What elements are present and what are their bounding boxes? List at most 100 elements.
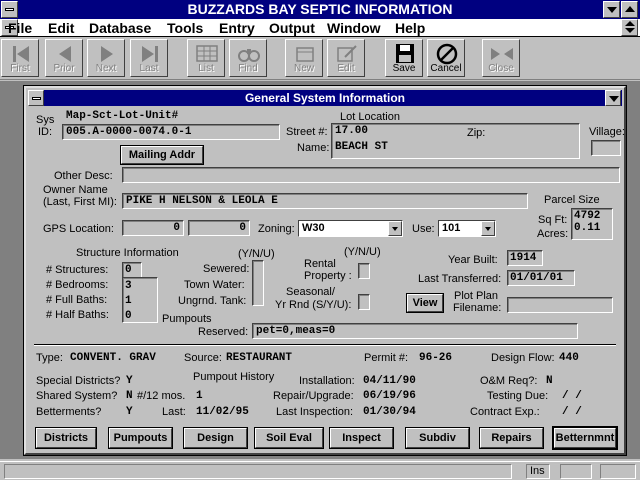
year-built-field[interactable]: 1914 [507, 250, 543, 266]
window-minimize-icon [609, 96, 619, 102]
window-title: General System Information [244, 91, 406, 105]
window-minimize-button[interactable] [605, 90, 621, 106]
save-button[interactable]: Save [385, 39, 423, 77]
street-name-value: BEACH ST [335, 141, 388, 153]
shared-system-value: N [126, 390, 133, 402]
owner-name-label: Owner Name [43, 184, 108, 196]
minimize-icon [607, 7, 617, 13]
betterments-value: Y [126, 406, 133, 418]
cancel-button[interactable]: Cancel [427, 39, 465, 77]
use-value: 101 [442, 222, 461, 234]
repair-upgrade-value: 06/19/96 [363, 390, 416, 402]
rental-label: Rental [304, 258, 336, 270]
type-value: CONVENT. GRAV [70, 352, 156, 364]
installation-value: 04/11/90 [363, 375, 416, 387]
general-system-window: General System Information Sys ID: Map-S… [23, 85, 627, 456]
rental-property-label: Property : [304, 270, 352, 282]
first-button[interactable]: First [1, 39, 39, 77]
new-button[interactable]: New [285, 39, 323, 77]
sys-id-field[interactable]: 005.A-0000-0074.0-1 [62, 124, 280, 140]
close-button[interactable]: Close [482, 39, 520, 77]
zip-label: Zip: [467, 127, 486, 139]
street-number-label: Street #: [286, 126, 328, 138]
half-baths-label: # Half Baths: [46, 309, 109, 321]
menu-edit[interactable]: Edit [48, 20, 74, 36]
pumpouts-button[interactable]: Pumpouts [108, 427, 173, 449]
menu-file[interactable]: File [8, 20, 32, 36]
next-label: Next [95, 63, 117, 74]
contract-exp-label: Contract Exp.: [470, 406, 540, 418]
seasonal-field[interactable] [358, 294, 370, 310]
menu-help[interactable]: Help [395, 20, 425, 36]
last-transferred-field[interactable]: 01/01/01 [507, 270, 575, 286]
edit-button[interactable]: Edit [327, 39, 365, 77]
repairs-button[interactable]: Repairs [479, 427, 544, 449]
other-desc-field[interactable] [122, 167, 620, 183]
other-desc-label: Other Desc: [54, 170, 113, 182]
design-button[interactable]: Design [183, 427, 248, 449]
inspect-button[interactable]: Inspect [329, 427, 394, 449]
section-divider [34, 344, 616, 346]
insert-mode-indicator: Ins [526, 464, 550, 479]
find-button[interactable]: Find [229, 39, 267, 77]
list-grid-icon [196, 45, 218, 62]
structures-field[interactable]: 0 [122, 262, 142, 278]
street-name-label: Name: [297, 142, 330, 154]
menu-entry[interactable]: Entry [219, 20, 255, 36]
last-button[interactable]: Last [130, 39, 168, 77]
sqft-label: Sq Ft: [538, 214, 568, 226]
chevron-down-icon[interactable] [388, 221, 402, 236]
plot-plan-filename-label: Filename: [453, 302, 502, 314]
subdiv-button[interactable]: Subdiv [405, 427, 470, 449]
districts-button[interactable]: Districts [35, 427, 97, 449]
menu-tools[interactable]: Tools [167, 20, 203, 36]
reserved-field[interactable]: pet=0,meas=0 [252, 323, 578, 339]
per-12-mos-label: #/12 mos. [137, 390, 186, 402]
yn-label-property: (Y/N/U) [344, 246, 381, 258]
menu-window[interactable]: Window [327, 20, 381, 36]
mailing-addr-button[interactable]: Mailing Addr [120, 145, 204, 165]
ungrnd-tank-label: Ungrnd. Tank: [178, 295, 247, 307]
zoning-dropdown[interactable]: W30 [298, 220, 403, 237]
per-12-mos-value: 1 [196, 390, 203, 402]
rental-property-field[interactable] [358, 263, 370, 279]
find-label: Find [238, 63, 258, 74]
village-label: Village: [589, 126, 625, 138]
parcel-size-field[interactable]: 4792 0.11 [571, 208, 613, 240]
next-button[interactable]: Next [87, 39, 125, 77]
menu-database[interactable]: Database [89, 20, 151, 36]
child-restore-button[interactable] [621, 19, 638, 36]
maximize-button[interactable] [621, 1, 638, 18]
gps-latitude-field[interactable]: 0 [122, 220, 184, 236]
list-button[interactable]: List [187, 39, 225, 77]
om-req-label: O&M Req?: [480, 375, 538, 387]
owner-name-field[interactable]: PIKE H NELSON & LEOLA E [122, 193, 528, 209]
use-dropdown[interactable]: 101 [438, 220, 496, 237]
village-field[interactable] [591, 140, 621, 156]
room-counts-field[interactable]: 3 1 0 [122, 277, 158, 323]
sqft-value: 4792 [574, 210, 601, 222]
close-label: Close [488, 63, 514, 74]
lot-location-label: Lot Location [340, 111, 400, 123]
utilities-field[interactable] [252, 260, 264, 306]
view-plot-plan-button[interactable]: View [406, 293, 444, 313]
pumpout-history-label: Pumpout History [193, 371, 275, 383]
gps-longitude-field[interactable]: 0 [188, 220, 250, 236]
full-baths-value: 1 [125, 295, 132, 307]
prior-button[interactable]: Prior [45, 39, 83, 77]
id-label: ID: [38, 126, 53, 138]
menu-output[interactable]: Output [269, 20, 315, 36]
maximize-icon [625, 6, 635, 12]
floppy-disk-icon [396, 44, 414, 63]
cancel-circle-icon [436, 43, 458, 65]
menu-bar: File Edit Database Tools Entry Output Wi… [0, 19, 640, 37]
design-flow-label: Design Flow: [491, 352, 555, 364]
betterments-button[interactable]: Betternmnt [552, 426, 618, 450]
prior-record-icon [59, 46, 71, 62]
soil-eval-button[interactable]: Soil Eval [254, 427, 324, 449]
last-label: Last [139, 63, 159, 74]
minimize-button[interactable] [603, 1, 620, 18]
type-label: Type: [36, 352, 63, 364]
plot-plan-filename-field[interactable] [507, 297, 613, 313]
chevron-down-icon[interactable] [481, 221, 495, 236]
